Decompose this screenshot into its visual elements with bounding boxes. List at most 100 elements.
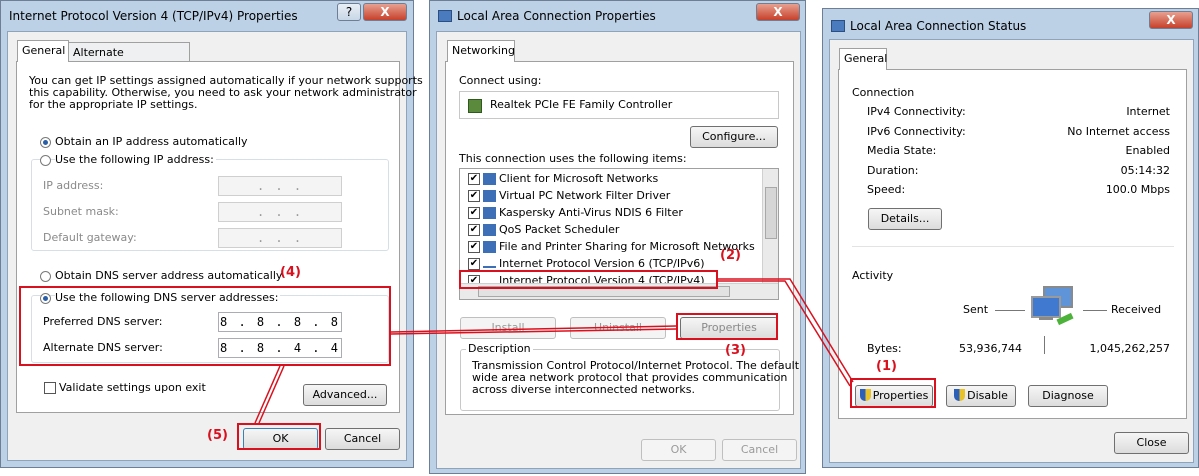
item-checkbox[interactable]: ✔: [468, 258, 480, 270]
highlight-ipv4-item: [459, 270, 718, 289]
item-checkbox[interactable]: ✔: [468, 224, 480, 236]
window-title: Local Area Connection Status: [850, 19, 1027, 33]
received-line: [1083, 310, 1107, 311]
scrollbar-thumb[interactable]: [765, 187, 777, 239]
cancel-button[interactable]: Cancel: [722, 439, 797, 461]
status-label: Speed:: [867, 183, 906, 196]
list-item[interactable]: ✔ Virtual PC Network Filter Driver: [468, 189, 670, 206]
protocol-icon: [483, 260, 496, 268]
dialog-client-area: General Alternate Configuration You can …: [7, 31, 423, 461]
help-button[interactable]: ?: [337, 3, 361, 21]
diagnose-button[interactable]: Diagnose: [1028, 385, 1108, 407]
tab-alternate-configuration[interactable]: Alternate Configuration: [68, 42, 190, 72]
install-button[interactable]: Install: [460, 317, 556, 339]
subnet-mask-label: Subnet mask:: [43, 205, 119, 218]
use-following-ip-radio[interactable]: [40, 155, 51, 166]
tab-general[interactable]: General: [839, 48, 887, 70]
list-item-label: Client for Microsoft Networks: [499, 172, 659, 185]
networking-tab-panel: Connect using: Realtek PCIe FE Family Co…: [445, 61, 799, 415]
status-label: Media State:: [867, 144, 937, 157]
cancel-button[interactable]: Cancel: [325, 428, 400, 450]
window-title: Internet Protocol Version 4 (TCP/IPv4) P…: [9, 9, 298, 23]
title-bar[interactable]: Local Area Connection Properties X: [430, 1, 805, 31]
bytes-received-value: 1,045,262,257: [1089, 342, 1170, 355]
highlight-ok-button: [237, 423, 321, 450]
list-item[interactable]: ✔ Client for Microsoft Networks: [468, 172, 658, 189]
uninstall-button[interactable]: Uninstall: [570, 317, 666, 339]
bytes-label: Bytes:: [867, 342, 902, 355]
activity-heading: Activity: [852, 269, 894, 282]
list-item[interactable]: ✔ QoS Packet Scheduler: [468, 223, 619, 240]
advanced-button[interactable]: Advanced...: [303, 384, 387, 406]
status-label: IPv6 Connectivity:: [867, 125, 966, 138]
adapter-box[interactable]: Realtek PCIe FE Family Controller: [459, 91, 779, 119]
obtain-dns-auto-label[interactable]: Obtain DNS server address automatically: [55, 269, 282, 282]
network-adapter-icon: [468, 99, 482, 113]
list-item-label: QoS Packet Scheduler: [499, 223, 620, 236]
item-checkbox[interactable]: ✔: [468, 207, 480, 219]
bytes-sent-value: 53,936,744: [959, 342, 1022, 355]
validate-settings-checkbox[interactable]: [44, 382, 56, 394]
close-button[interactable]: X: [363, 3, 407, 21]
lan-properties-dialog: Local Area Connection Properties X Netwo…: [429, 0, 806, 474]
vertical-scrollbar[interactable]: [762, 169, 778, 284]
adapter-name: Realtek PCIe FE Family Controller: [490, 98, 673, 111]
sent-label: Sent: [963, 303, 989, 316]
title-bar[interactable]: Internet Protocol Version 4 (TCP/IPv4) P…: [1, 1, 413, 31]
client-network-icon: [483, 173, 496, 185]
tab-networking[interactable]: Networking: [447, 40, 515, 62]
use-following-ip-label[interactable]: Use the following IP address:: [55, 153, 216, 166]
close-button[interactable]: X: [756, 3, 800, 21]
title-bar[interactable]: Local Area Connection Status X: [823, 9, 1198, 39]
obtain-dns-auto-radio[interactable]: [40, 271, 51, 282]
step-3-label: (3): [725, 343, 746, 358]
driver-icon: [483, 224, 496, 236]
ip-address-field[interactable]: . . .: [218, 176, 342, 196]
intro-line: for the appropriate IP settings.: [29, 98, 198, 111]
details-button[interactable]: Details...: [868, 208, 942, 230]
sent-line: [995, 310, 1025, 311]
description-title: Description: [466, 342, 533, 355]
list-item-label: Virtual PC Network Filter Driver: [499, 189, 671, 202]
list-item-label: Kaspersky Anti-Virus NDIS 6 Filter: [499, 206, 683, 219]
obtain-ip-auto-label[interactable]: Obtain an IP address automatically: [55, 135, 248, 148]
received-label: Received: [1111, 303, 1162, 316]
status-label: IPv4 Connectivity:: [867, 105, 966, 118]
highlight-properties-status: [850, 378, 936, 408]
status-value: No Internet access: [1067, 125, 1170, 138]
tab-general[interactable]: General: [17, 40, 69, 62]
configure-button[interactable]: Configure...: [690, 126, 778, 148]
list-item[interactable]: ✔ File and Printer Sharing for Microsoft …: [468, 240, 755, 257]
disable-label: Disable: [967, 389, 1008, 402]
validate-settings-label[interactable]: Validate settings upon exit: [59, 381, 206, 394]
ip-address-label: IP address:: [43, 179, 104, 192]
item-checkbox[interactable]: ✔: [468, 190, 480, 202]
close-button[interactable]: X: [1149, 11, 1193, 29]
item-checkbox[interactable]: ✔: [468, 241, 480, 253]
driver-icon: [483, 241, 496, 253]
monitor-stand: [1039, 317, 1053, 320]
subnet-mask-field[interactable]: . . .: [218, 202, 342, 222]
uac-shield-icon: [954, 389, 966, 401]
ok-button[interactable]: OK: [641, 439, 716, 461]
obtain-ip-auto-radio[interactable]: [40, 137, 51, 148]
highlight-properties-lan: [676, 313, 778, 340]
connect-using-label: Connect using:: [459, 74, 542, 87]
step-5-label: (5): [207, 428, 228, 443]
status-value: Enabled: [1125, 144, 1170, 157]
close-dialog-button[interactable]: Close: [1114, 432, 1189, 454]
step-4-label: (4): [280, 265, 301, 280]
disable-button[interactable]: Disable: [946, 385, 1016, 407]
network-icon: [831, 20, 845, 32]
network-icon: [438, 10, 452, 22]
ipv4-properties-dialog: Internet Protocol Version 4 (TCP/IPv4) P…: [0, 0, 423, 468]
monitor-front: [1031, 296, 1061, 318]
default-gateway-field[interactable]: . . .: [218, 228, 342, 248]
list-item[interactable]: ✔ Kaspersky Anti-Virus NDIS 6 Filter: [468, 206, 683, 223]
item-checkbox[interactable]: ✔: [468, 173, 480, 185]
connection-heading: Connection: [852, 86, 915, 99]
status-value: Internet: [1126, 105, 1170, 118]
items-label: This connection uses the following items…: [459, 152, 687, 165]
status-label: Duration:: [867, 164, 919, 177]
dialog-client-area: Networking Connect using: Realtek PCIe F…: [436, 31, 801, 469]
